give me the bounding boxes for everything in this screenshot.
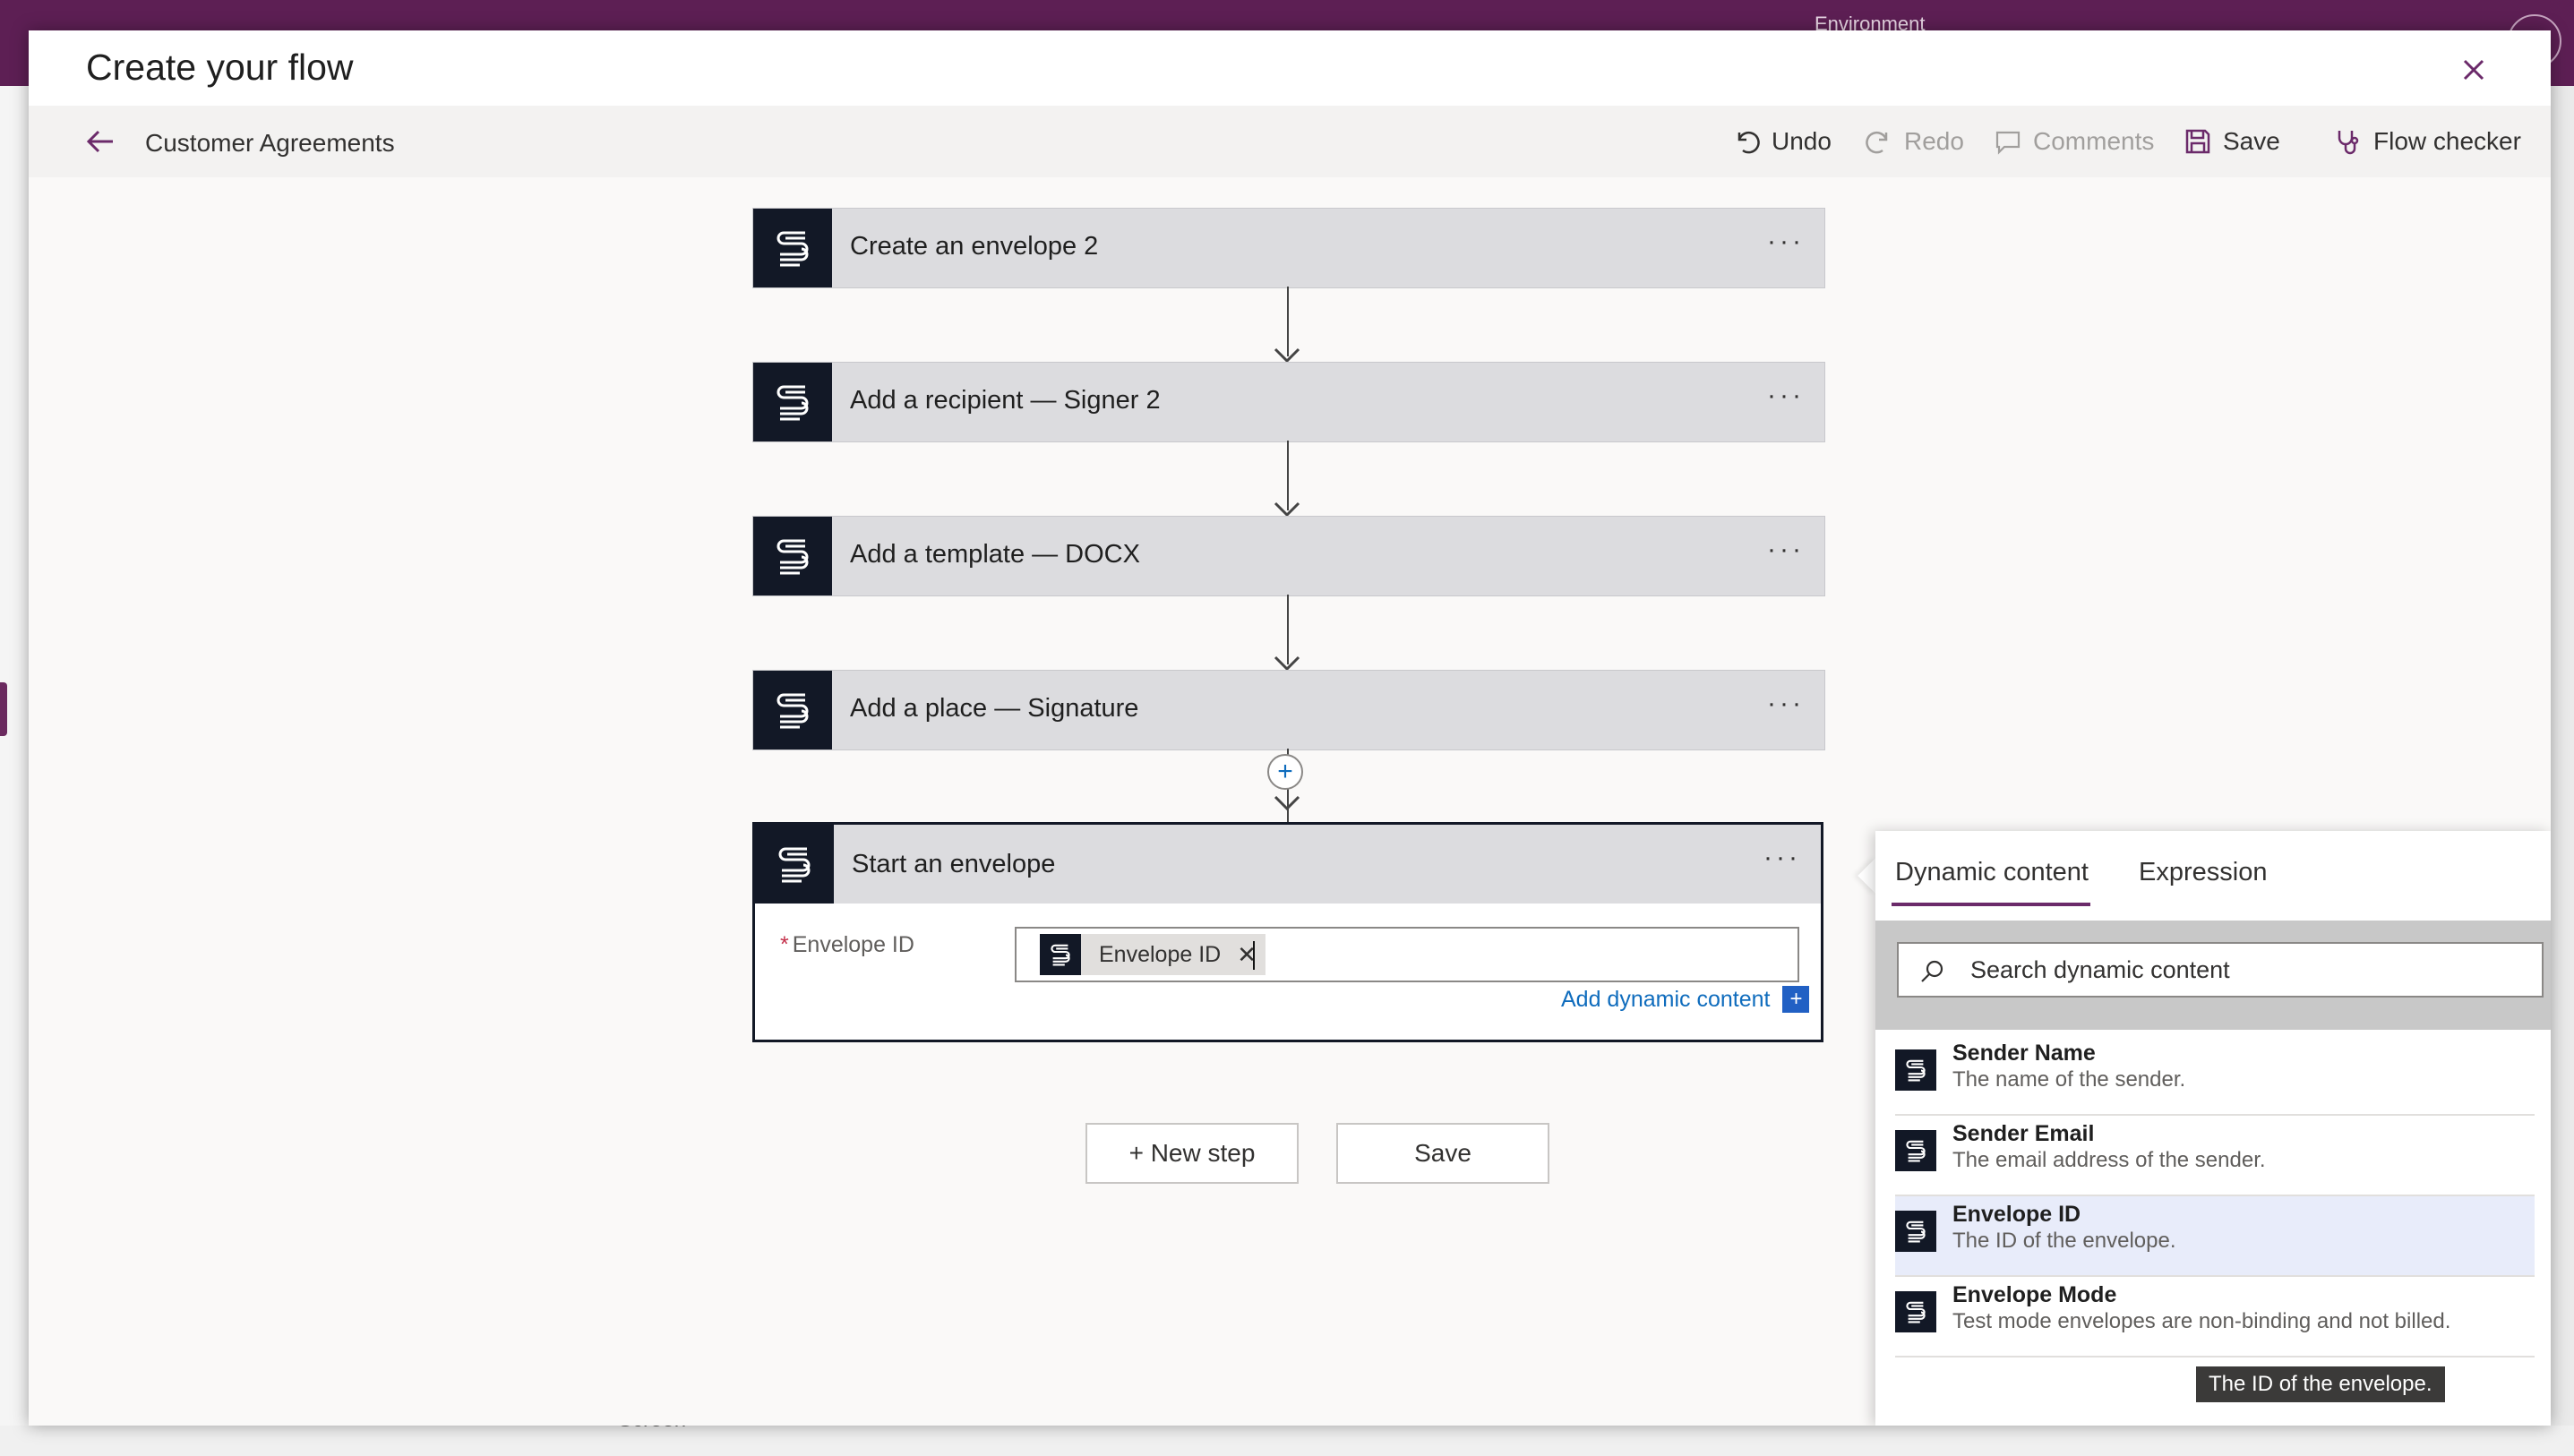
connector-logo-icon <box>753 209 832 287</box>
connector-logo-icon <box>1895 1130 1936 1171</box>
step-card-4[interactable]: Add a place — Signature ··· <box>752 670 1825 750</box>
toolbar-save-button[interactable]: Save <box>2184 120 2280 163</box>
step-card-1[interactable]: Create an envelope 2 ··· <box>752 208 1825 288</box>
envelope-id-input[interactable]: Envelope ID ✕ <box>1015 927 1799 982</box>
more-options-icon[interactable]: ··· <box>1767 689 1805 719</box>
connector-logo-icon <box>1895 1211 1936 1252</box>
field-label-text: Envelope ID <box>792 932 914 957</box>
save-button[interactable]: Save <box>1336 1123 1549 1184</box>
token-label: Envelope ID <box>1099 941 1222 967</box>
dialog-title: Create your flow <box>86 47 354 88</box>
dialog-header: Create your flow <box>29 30 2551 106</box>
more-options-icon[interactable]: ··· <box>1763 843 1801 873</box>
redo-button[interactable]: Redo <box>1865 120 1964 163</box>
dynamic-item[interactable]: Sender Email The email address of the se… <box>1895 1116 2535 1196</box>
step-title: Add a template — DOCX <box>850 540 1140 569</box>
more-options-icon[interactable]: ··· <box>1767 381 1805 411</box>
close-icon[interactable] <box>2456 52 2492 88</box>
item-name: Envelope Mode <box>1952 1282 2117 1307</box>
flow-checker-label: Flow checker <box>2373 127 2521 155</box>
undo-icon <box>1737 131 1760 154</box>
item-name: Sender Name <box>1952 1041 2096 1066</box>
dynamic-item[interactable]: Envelope Mode Test mode envelopes are no… <box>1895 1277 2535 1358</box>
add-dynamic-content-label: Add dynamic content <box>1561 986 1771 1012</box>
dynamic-item[interactable]: Sender Name The name of the sender. <box>1895 1035 2535 1116</box>
item-description: Test mode envelopes are non-binding and … <box>1952 1309 2451 1333</box>
connector-logo-icon <box>753 517 832 595</box>
step-card-2[interactable]: Add a recipient — Signer 2 ··· <box>752 362 1825 442</box>
flow-name: Customer Agreements <box>145 129 395 157</box>
connector-logo-icon <box>1040 934 1081 975</box>
create-flow-dialog: Create your flow Customer Agreements Und… <box>29 30 2551 1426</box>
more-options-icon[interactable]: ··· <box>1767 227 1805 257</box>
background-right-panel <box>2551 86 2574 1456</box>
search-placeholder: Search dynamic content <box>1970 956 2230 983</box>
undo-label: Undo <box>1772 127 1832 155</box>
arrow-down-icon <box>1274 795 1300 811</box>
search-input[interactable]: Search dynamic content <box>1897 942 2544 998</box>
background-left-tab <box>0 682 7 736</box>
undo-button[interactable]: Undo <box>1732 120 1832 163</box>
add-dynamic-content-link[interactable]: Add dynamic content + <box>1561 986 1810 1013</box>
item-name: Sender Email <box>1952 1121 2095 1146</box>
step-title: Start an envelope <box>852 850 1056 878</box>
item-description: The email address of the sender. <box>1952 1148 2266 1172</box>
comments-button[interactable]: Comments <box>1994 120 2154 163</box>
connector-logo-icon <box>1895 1291 1936 1332</box>
back-arrow-icon[interactable] <box>82 124 118 159</box>
step-title: Create an envelope 2 <box>850 232 1099 261</box>
connector-line <box>1287 287 1289 356</box>
flow-toolbar: Customer Agreements Undo Redo Comments S… <box>29 106 2551 177</box>
text-caret <box>1253 941 1255 970</box>
tooltip: The ID of the envelope. <box>2196 1366 2445 1402</box>
connector-logo-icon <box>753 671 832 749</box>
more-options-icon[interactable]: ··· <box>1767 535 1805 565</box>
envelope-id-label: * Envelope ID <box>780 932 914 958</box>
save-icon <box>2185 129 2210 154</box>
item-name: Envelope ID <box>1952 1202 2081 1227</box>
search-icon <box>1921 960 1943 982</box>
stethoscope-icon <box>2338 131 2359 155</box>
active-tab-indicator <box>1892 903 2090 906</box>
item-description: The name of the sender. <box>1952 1067 2186 1092</box>
tab-dynamic-content[interactable]: Dynamic content <box>1895 858 2089 887</box>
item-description: The ID of the envelope. <box>1952 1229 2176 1253</box>
connector-logo-icon <box>753 363 832 441</box>
connector-logo-icon <box>755 825 834 904</box>
save-label: Save <box>2223 127 2280 155</box>
connector-line <box>1287 595 1289 664</box>
tab-expression[interactable]: Expression <box>2139 858 2267 887</box>
dynamic-item-selected[interactable]: Envelope ID The ID of the envelope. <box>1895 1196 2535 1277</box>
add-dynamic-plus-icon: + <box>1782 986 1810 1013</box>
required-asterisk: * <box>780 932 789 957</box>
dynamic-token[interactable]: Envelope ID ✕ <box>1040 934 1266 975</box>
connector-logo-icon <box>1895 1049 1936 1091</box>
background-status-bar <box>0 1426 2574 1456</box>
redo-label: Redo <box>1904 127 1964 155</box>
new-step-button[interactable]: + New step <box>1085 1123 1299 1184</box>
active-step-header[interactable]: Start an envelope ··· <box>755 825 1821 904</box>
insert-step-plus-icon[interactable]: + <box>1267 754 1303 790</box>
step-card-3[interactable]: Add a template — DOCX ··· <box>752 516 1825 596</box>
active-step-card[interactable]: Start an envelope ··· * Envelope ID Envel… <box>752 822 1823 1042</box>
step-title: Add a recipient — Signer 2 <box>850 386 1161 415</box>
comments-label: Comments <box>2033 127 2155 155</box>
redo-icon <box>1866 131 1888 154</box>
comment-icon <box>1995 131 2021 155</box>
dynamic-content-panel: Dynamic content Expression Search dynami… <box>1875 831 2551 1426</box>
flow-checker-button[interactable]: Flow checker <box>2334 120 2521 163</box>
connector-line <box>1287 441 1289 510</box>
step-title: Add a place — Signature <box>850 694 1139 723</box>
